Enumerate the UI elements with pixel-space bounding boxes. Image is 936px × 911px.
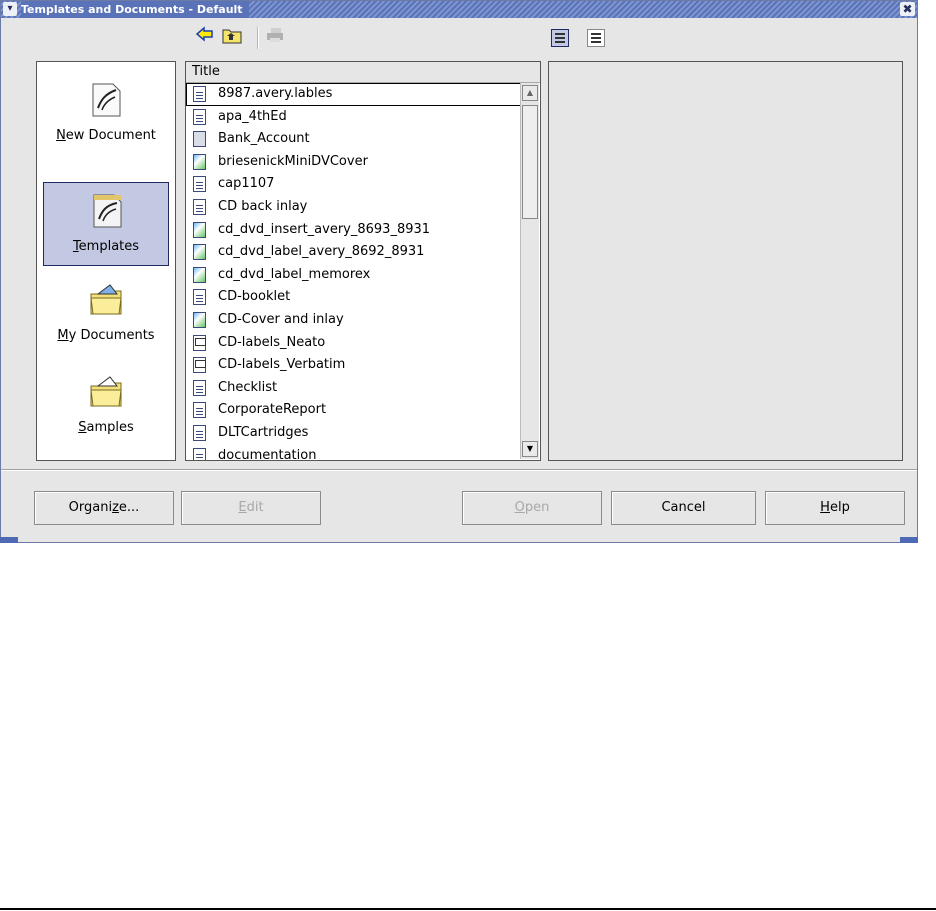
folder-up-icon — [222, 29, 242, 44]
template-list-item[interactable]: CD-booklet — [186, 286, 522, 309]
screen-bottom-rule — [0, 908, 936, 910]
template-name: Checklist — [218, 379, 278, 395]
template-name: apa_4thEd — [218, 108, 287, 124]
impress-document-icon — [193, 334, 206, 351]
window-title: Templates and Documents - Default — [21, 1, 249, 18]
window-corner-left — [0, 537, 18, 543]
template-name: documentation — [218, 447, 317, 461]
place-samples[interactable]: Samples — [43, 364, 169, 448]
template-list-item[interactable]: Checklist — [186, 377, 522, 400]
template-list-item[interactable]: CD back inlay — [186, 196, 522, 219]
preview-pane — [548, 61, 903, 461]
new-document-icon — [92, 83, 121, 117]
draw-document-icon — [193, 311, 206, 328]
organize-button[interactable]: Organize... — [34, 491, 174, 525]
scroll-down-button[interactable]: ▼ — [522, 441, 538, 457]
template-name: cd_dvd_label_memorex — [218, 266, 371, 282]
arrow-left-icon — [195, 26, 213, 42]
templates-dialog: ▾ Templates and Documents - Default ✖ Ne… — [0, 0, 918, 543]
template-name: CD-labels_Verbatim — [218, 357, 346, 373]
template-name: CorporateReport — [218, 402, 327, 418]
template-list-item[interactable]: documentation — [186, 445, 522, 461]
writer-document-icon — [193, 289, 206, 306]
title-bar[interactable]: ▾ Templates and Documents - Default ✖ — [1, 1, 917, 18]
button-divider — [1, 469, 917, 471]
template-list-item[interactable]: 8987.avery.lables — [186, 83, 522, 106]
calc-document-icon — [193, 131, 206, 148]
writer-document-icon — [193, 447, 206, 460]
column-header-title[interactable]: Title — [186, 62, 540, 83]
samples-folder-icon — [90, 376, 122, 407]
vertical-scrollbar[interactable]: ▲ ▼ — [520, 83, 539, 459]
template-list-item[interactable]: CD-labels_Neato — [186, 332, 522, 355]
places-panel: New Document Templates My Documents Samp… — [36, 61, 176, 461]
template-name: CD-booklet — [218, 289, 291, 305]
writer-document-icon — [193, 108, 206, 125]
template-name: CD-labels_Neato — [218, 334, 326, 350]
print-button[interactable] — [264, 26, 286, 48]
template-name: Bank_Account — [218, 131, 310, 147]
writer-document-icon — [193, 198, 206, 215]
list-view-button[interactable] — [551, 29, 569, 47]
template-list-item[interactable]: cd_dvd_insert_avery_8693_8931 — [186, 219, 522, 242]
template-name: CD back inlay — [218, 198, 308, 214]
window-corner-right — [900, 537, 918, 543]
up-one-level-button[interactable] — [221, 26, 243, 48]
template-list-item[interactable]: cd_dvd_label_avery_8692_8931 — [186, 241, 522, 264]
template-list-item[interactable]: cd_dvd_label_memorex — [186, 264, 522, 287]
place-label: Samples — [78, 420, 134, 435]
templates-icon — [93, 194, 122, 228]
close-icon[interactable]: ✖ — [900, 2, 915, 16]
back-button[interactable] — [194, 26, 216, 48]
template-name: DLTCartridges — [218, 424, 309, 440]
template-list-item[interactable]: CD-Cover and inlay — [186, 309, 522, 332]
writer-document-icon — [193, 424, 206, 441]
place-templates[interactable]: Templates — [43, 182, 169, 266]
writer-document-icon — [193, 402, 206, 419]
writer-document-icon — [193, 379, 206, 396]
draw-document-icon — [193, 244, 206, 261]
place-label: New Document — [56, 128, 156, 143]
open-button[interactable]: Open — [462, 491, 602, 525]
template-list-item[interactable]: Bank_Account — [186, 128, 522, 151]
place-my-documents[interactable]: My Documents — [43, 272, 169, 356]
toolbar-separator — [257, 27, 259, 49]
template-rows: 8987.avery.lables apa_4thEd Bank_Accountbr… — [186, 83, 522, 460]
place-label: Templates — [72, 239, 140, 254]
impress-document-icon — [193, 357, 206, 374]
template-name: CD-Cover and inlay — [218, 311, 344, 327]
template-list-item[interactable]: DLTCartridges — [186, 422, 522, 445]
template-list-item[interactable]: briesenickMiniDVCover — [186, 151, 522, 174]
template-list[interactable]: Title 8987.avery.lables apa_4thEd Bank_Acc… — [185, 61, 541, 461]
cancel-button[interactable]: Cancel — [611, 491, 756, 525]
my-documents-folder-icon — [90, 284, 122, 315]
template-name: cd_dvd_insert_avery_8693_8931 — [218, 221, 431, 237]
help-button[interactable]: Help — [765, 491, 905, 525]
template-name: cd_dvd_label_avery_8692_8931 — [218, 244, 425, 260]
scroll-thumb[interactable] — [522, 105, 538, 219]
draw-document-icon — [193, 266, 206, 283]
place-label: My Documents — [57, 328, 155, 343]
writer-document-icon — [193, 86, 206, 102]
template-list-item[interactable]: cap1107 — [186, 173, 522, 196]
scroll-up-button[interactable]: ▲ — [522, 85, 538, 101]
window-menu-icon[interactable]: ▾ — [3, 2, 17, 16]
template-name: 8987.avery.lables — [218, 86, 333, 101]
template-name: briesenickMiniDVCover — [218, 153, 368, 169]
template-list-item[interactable]: apa_4thEd — [186, 106, 522, 129]
template-list-item[interactable]: CD-labels_Verbatim — [186, 354, 522, 377]
edit-button[interactable]: Edit — [181, 491, 321, 525]
template-name: cap1107 — [218, 176, 275, 192]
place-new-document[interactable]: New Document — [43, 72, 169, 156]
writer-document-icon — [193, 176, 206, 193]
draw-document-icon — [193, 153, 206, 170]
print-icon — [267, 28, 283, 42]
draw-document-icon — [193, 221, 206, 238]
template-list-item[interactable]: CorporateReport — [186, 399, 522, 422]
detail-view-button[interactable] — [587, 29, 605, 47]
